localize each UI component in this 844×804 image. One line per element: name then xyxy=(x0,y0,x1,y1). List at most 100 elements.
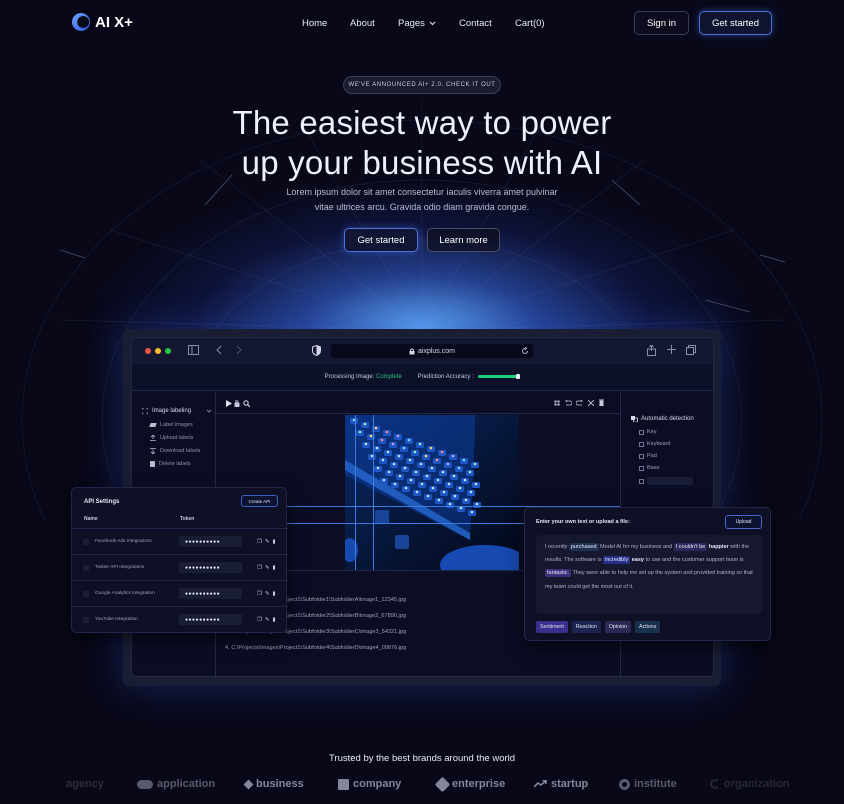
key-light xyxy=(375,446,379,450)
maximize-dot[interactable] xyxy=(165,348,171,354)
accuracy-progress-knob[interactable] xyxy=(516,373,521,379)
tag-reaction[interactable]: Reaction xyxy=(571,621,601,633)
edit-icon[interactable]: ✎ xyxy=(265,539,270,545)
highlight-purchased[interactable]: purchased xyxy=(568,543,599,551)
highlight-fantastic[interactable]: fantastic. xyxy=(545,569,572,578)
brand-startup: startup xyxy=(534,778,588,790)
detection-item-keyboard[interactable]: Keyboard xyxy=(639,441,671,447)
hero-get-started-button[interactable]: Get started xyxy=(344,228,418,252)
nav-get-started-button[interactable]: Get started xyxy=(699,11,772,35)
hand-tool-icon[interactable] xyxy=(234,400,240,407)
trash-icon[interactable]: ▮ xyxy=(273,617,276,623)
brand-enterprise: enterprise xyxy=(434,776,505,792)
back-icon[interactable] xyxy=(216,345,222,355)
nav-contact[interactable]: Contact xyxy=(459,18,492,29)
bold-word: easy xyxy=(631,557,644,564)
nav-cart[interactable]: Cart(0) xyxy=(515,18,545,29)
key-light xyxy=(474,482,478,486)
share-icon[interactable] xyxy=(647,345,656,356)
announcement-badge[interactable]: WE'VE ANNOUNCED AI+ 2.0. CHECK IT OUT xyxy=(343,76,501,94)
edit-icon[interactable]: ✎ xyxy=(265,617,270,623)
copy-icon[interactable]: ❐ xyxy=(257,539,262,545)
new-label-input[interactable] xyxy=(647,477,693,485)
token-field[interactable]: ●●●●●●●●●● xyxy=(179,562,242,573)
sign-in-button[interactable]: Sign in xyxy=(634,11,689,35)
forward-icon[interactable] xyxy=(236,345,242,355)
keyboard-photo xyxy=(345,415,519,570)
tag-sentiment[interactable]: Sentiment xyxy=(536,621,568,633)
token-field[interactable]: ●●●●●●●●●● xyxy=(179,536,242,547)
zoom-tool-icon[interactable] xyxy=(243,400,250,407)
pointer-tool-icon[interactable] xyxy=(226,400,232,407)
tag-actions[interactable]: Actions xyxy=(635,621,661,633)
sidebar-item-delete-labels[interactable]: Delete labels xyxy=(150,461,191,467)
copy-icon[interactable]: ❐ xyxy=(257,591,262,597)
nav-home[interactable]: Home xyxy=(302,18,327,29)
automatic-detection-header[interactable]: Automatic detection xyxy=(631,416,694,422)
tabs-overview-icon[interactable] xyxy=(686,345,696,355)
text-input-area[interactable]: I recently purchased Model AI for my bus… xyxy=(536,535,762,614)
sidebar-toggle-icon[interactable] xyxy=(188,345,199,355)
logo[interactable]: AI X+ xyxy=(72,13,133,31)
checkbox[interactable] xyxy=(639,453,644,459)
reload-icon[interactable] xyxy=(521,347,529,355)
window-controls xyxy=(145,348,171,354)
file-item[interactable]: 4. C:\Projects\Images\Project1\Subfolder… xyxy=(225,640,406,656)
brand-name: startup xyxy=(551,778,589,790)
minimize-dot[interactable] xyxy=(155,348,161,354)
checkbox[interactable] xyxy=(639,478,644,484)
copy-icon[interactable]: ❐ xyxy=(257,565,262,571)
tag-opinion[interactable]: Opinion xyxy=(604,621,632,633)
key-light xyxy=(425,474,429,478)
address-bar[interactable]: aixplus.com xyxy=(331,344,533,358)
image-labeling-section[interactable]: Image labeling xyxy=(142,408,212,414)
key-light xyxy=(418,442,422,446)
learn-more-button[interactable]: Learn more xyxy=(427,228,500,252)
detection-label: Keyboard xyxy=(647,441,671,447)
edit-icon[interactable]: ✎ xyxy=(265,591,270,597)
detection-item-new[interactable] xyxy=(639,477,693,485)
token-field[interactable]: ●●●●●●●●●● xyxy=(179,614,242,625)
sidebar-item-download-labels[interactable]: Download labels xyxy=(150,448,200,454)
row-checkbox[interactable] xyxy=(83,616,89,623)
checkbox[interactable] xyxy=(639,441,644,447)
detection-item-pad[interactable]: Pad xyxy=(639,453,657,459)
highlight-phrase[interactable]: I couldn't be xyxy=(673,543,708,551)
row-checkbox[interactable] xyxy=(83,590,89,597)
hero-subtext: Lorem ipsum dolor sit amet consectetur i… xyxy=(0,185,844,215)
create-api-button[interactable]: Create API xyxy=(241,495,278,507)
checkbox[interactable] xyxy=(639,429,644,435)
undo-icon[interactable] xyxy=(565,400,572,406)
upload-button[interactable]: Upload xyxy=(725,515,762,529)
edit-icon[interactable]: ✎ xyxy=(265,565,270,571)
sidebar-item-upload-labels[interactable]: Upload labels xyxy=(150,435,193,441)
shield-icon[interactable] xyxy=(312,345,321,356)
trash-icon[interactable]: ▮ xyxy=(273,565,276,571)
trash-icon[interactable] xyxy=(599,399,604,406)
close-icon[interactable] xyxy=(588,400,594,406)
copy-icon[interactable]: ❐ xyxy=(257,617,262,623)
redo-icon[interactable] xyxy=(576,400,583,406)
new-tab-icon[interactable] xyxy=(667,345,676,354)
key-light xyxy=(409,478,413,482)
key-light xyxy=(458,486,462,490)
key-light xyxy=(440,450,444,454)
highlight-incredibly[interactable]: incredibly xyxy=(602,556,631,565)
cloud-icon xyxy=(137,779,153,789)
row-checkbox[interactable] xyxy=(83,564,89,571)
trash-icon[interactable]: ▮ xyxy=(273,591,276,597)
nav-about[interactable]: About xyxy=(350,18,375,29)
keyboard-image[interactable] xyxy=(345,415,519,570)
brand-name: agency xyxy=(66,778,104,790)
checkbox[interactable] xyxy=(639,465,644,471)
detection-item-key[interactable]: Key xyxy=(639,429,656,435)
grid-icon[interactable] xyxy=(554,400,560,406)
detection-icon xyxy=(631,416,638,422)
row-checkbox[interactable] xyxy=(83,538,89,545)
close-dot[interactable] xyxy=(145,348,151,354)
trash-icon[interactable]: ▮ xyxy=(273,539,276,545)
token-field[interactable]: ●●●●●●●●●● xyxy=(179,588,242,599)
detection-item-base[interactable]: Base xyxy=(639,465,660,471)
nav-pages[interactable]: Pages xyxy=(398,18,436,29)
sidebar-item-label-images[interactable]: Label images xyxy=(149,422,193,428)
